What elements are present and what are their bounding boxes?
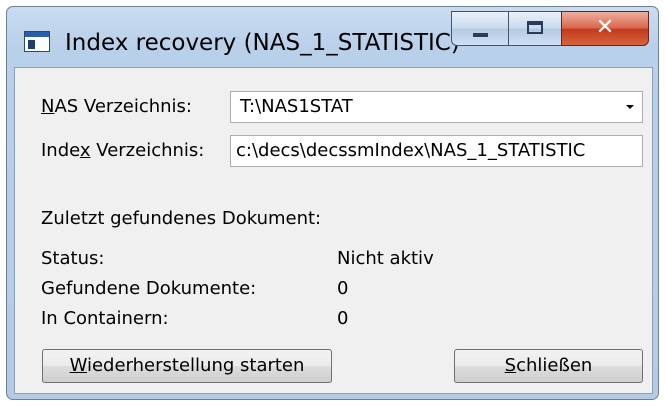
nas-directory-combobox[interactable]: T:\NAS1STAT <box>230 91 643 123</box>
minimize-button[interactable] <box>451 11 509 46</box>
app-window-icon <box>24 31 50 52</box>
nas-directory-label: NAS Verzeichnis: <box>41 96 192 117</box>
dropdown-arrow-button[interactable] <box>618 92 642 122</box>
dialog-content: NAS Verzeichnis: T:\NAS1STAT Index Verze… <box>14 67 653 394</box>
index-directory-input[interactable]: c:\decs\decssmIndex\NAS_1_STATISTIC <box>230 135 643 167</box>
status-label: Status: <box>41 248 105 269</box>
close-window-button[interactable]: ✕ <box>561 11 649 46</box>
status-value: Nicht aktiv <box>337 248 434 269</box>
index-directory-label: Index Verzeichnis: <box>41 140 205 161</box>
found-documents-label: Gefundene Dokumente: <box>41 278 257 299</box>
index-directory-value: c:\decs\decssmIndex\NAS_1_STATISTIC <box>236 140 586 161</box>
window-title: Index recovery (NAS_1_STATISTIC) <box>65 30 460 56</box>
maximize-button[interactable] <box>508 11 562 46</box>
found-documents-value: 0 <box>337 278 349 299</box>
close-icon: ✕ <box>595 15 615 40</box>
nas-directory-value: T:\NAS1STAT <box>240 96 353 117</box>
minimize-icon <box>473 33 488 37</box>
close-button[interactable]: Schließen <box>454 349 643 383</box>
in-containers-value: 0 <box>337 308 349 329</box>
dialog-window: Index recovery (NAS_1_STATISTIC) ✕ NAS V… <box>6 6 659 400</box>
chevron-down-icon <box>626 105 634 109</box>
start-recovery-button[interactable]: Wiederherstellung starten <box>42 349 332 383</box>
title-bar[interactable]: Index recovery (NAS_1_STATISTIC) ✕ <box>7 7 658 67</box>
maximize-icon <box>527 21 543 34</box>
last-found-document-label: Zuletzt gefundenes Dokument: <box>41 208 322 229</box>
in-containers-label: In Containern: <box>41 308 169 329</box>
